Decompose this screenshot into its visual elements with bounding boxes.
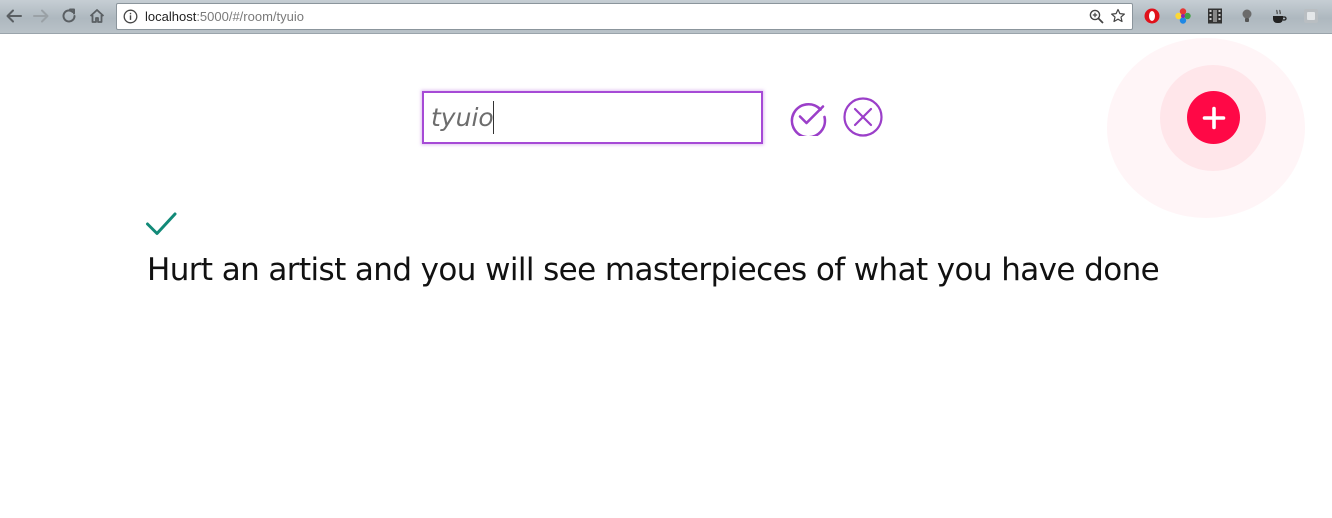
room-name-input[interactable] [422, 91, 763, 144]
address-bar[interactable]: localhost:5000/#/room/tyuio [116, 3, 1133, 30]
home-icon[interactable] [86, 5, 108, 27]
info-icon[interactable] [123, 9, 138, 24]
check-circle-icon [790, 102, 827, 136]
add-item-button[interactable] [1187, 91, 1240, 144]
confirm-button[interactable] [788, 97, 828, 137]
url-path: :5000/#/room/tyuio [196, 9, 304, 24]
puzzle-extension-icon[interactable] [1302, 7, 1320, 25]
url-host: localhost [145, 9, 197, 24]
item-text: Hurt an artist and you will see masterpi… [147, 252, 1160, 288]
zoom-icon[interactable] [1089, 9, 1104, 24]
url-text: localhost:5000/#/room/tyuio [145, 8, 304, 25]
reload-icon[interactable] [58, 5, 80, 27]
cancel-button[interactable] [843, 97, 883, 137]
color-picker-extension-icon[interactable] [1174, 7, 1192, 25]
star-icon[interactable] [1110, 8, 1126, 24]
close-circle-icon [843, 97, 883, 137]
lightbulb-extension-icon[interactable] [1238, 7, 1256, 25]
browser-toolbar: localhost:5000/#/room/tyuio [0, 0, 1332, 34]
forward-arrow-icon[interactable] [30, 5, 52, 27]
coffee-extension-icon[interactable] [1270, 7, 1288, 25]
back-arrow-icon[interactable] [3, 5, 25, 27]
text-caret [493, 101, 494, 134]
plus-icon [1202, 106, 1225, 129]
opera-extension-icon[interactable] [1143, 7, 1161, 25]
film-extension-icon[interactable] [1206, 7, 1224, 25]
checkmark-icon [145, 210, 177, 238]
